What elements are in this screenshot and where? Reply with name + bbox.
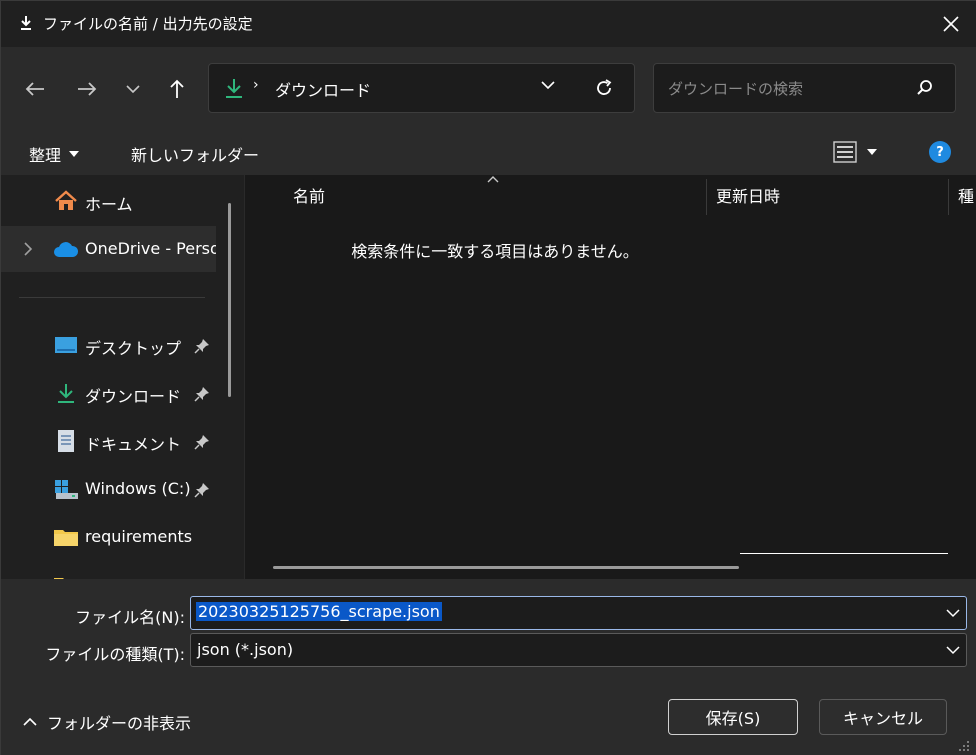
save-button[interactable]: 保存(S): [668, 699, 798, 735]
sidebar-item-desktop[interactable]: デスクトップ: [1, 322, 216, 368]
recent-locations-button[interactable]: [119, 75, 147, 103]
up-button[interactable]: [163, 75, 191, 103]
search-input[interactable]: ダウンロードの検索: [653, 63, 956, 113]
window-title: ファイルの名前 / 出力先の設定: [43, 15, 253, 33]
caret-down-icon: [69, 151, 80, 157]
file-list: 名前 更新日時 種 検索条件に一致する項目はありません。: [245, 175, 976, 579]
help-button[interactable]: ?: [929, 141, 951, 163]
empty-folder-message: 検索条件に一致する項目はありません。: [351, 242, 639, 261]
desktop-icon: [53, 333, 79, 357]
home-icon: [53, 189, 79, 213]
list-view-icon: [833, 141, 857, 163]
chevron-up-icon: [23, 717, 37, 726]
sidebar-item-label: デスクトップ: [85, 339, 182, 358]
view-options-button[interactable]: [833, 141, 877, 163]
breadcrumb-location[interactable]: ダウンロード: [275, 77, 371, 101]
organize-label: 整理: [29, 146, 62, 165]
help-icon: ?: [936, 144, 944, 160]
sidebar-item-partial[interactable]: [1, 562, 216, 579]
title-bar: ファイルの名前 / 出力先の設定: [1, 1, 976, 47]
sidebar-item-label: requirements: [85, 527, 193, 546]
sort-ascending-icon: [487, 176, 499, 183]
sidebar-item-home[interactable]: ホーム: [1, 178, 216, 224]
sidebar-item-label: ドキュメント: [85, 435, 182, 454]
drive-icon: [53, 477, 79, 501]
arrow-left-icon: [25, 82, 44, 96]
search-placeholder: ダウンロードの検索: [668, 80, 804, 98]
chevron-down-icon: [126, 85, 140, 94]
pin-icon[interactable]: [194, 338, 210, 354]
navigation-bar: › ダウンロード ダウンロードの検索: [1, 47, 976, 129]
close-icon: [943, 16, 959, 32]
back-button[interactable]: [21, 75, 49, 103]
filetype-value: json (*.json): [197, 640, 294, 659]
download-icon: [53, 381, 79, 405]
sidebar-item-downloads[interactable]: ダウンロード: [1, 370, 216, 416]
arrow-right-icon: [78, 82, 97, 96]
resize-grip-icon[interactable]: [958, 740, 970, 752]
onedrive-cloud-icon: [53, 237, 79, 261]
search-icon[interactable]: [916, 79, 934, 97]
navigation-pane: ホーム OneDrive - Perso デスクトップ ダウンロード ドキュメン…: [1, 175, 245, 579]
caret-down-icon: [867, 149, 877, 155]
chevron-down-icon[interactable]: [946, 608, 960, 618]
address-bar[interactable]: › ダウンロード: [208, 63, 635, 113]
chevron-down-icon[interactable]: [541, 80, 555, 90]
chevron-right-icon[interactable]: [23, 242, 33, 256]
filename-label: ファイル名(N):: [75, 608, 185, 627]
list-divider: [740, 553, 948, 554]
save-dialog: ファイルの名前 / 出力先の設定 › ダウンロード ダウンロードの検索 整理 新…: [0, 0, 976, 755]
organize-menu-button[interactable]: 整理: [29, 142, 80, 166]
sidebar-item-onedrive[interactable]: OneDrive - Perso: [1, 226, 216, 272]
horizontal-scrollbar[interactable]: [273, 566, 739, 569]
folder-icon: [53, 525, 79, 549]
sidebar-scrollbar[interactable]: [228, 203, 231, 397]
pin-icon[interactable]: [194, 482, 210, 498]
column-divider[interactable]: [706, 179, 707, 215]
download-icon: [21, 16, 31, 30]
sidebar-item-windows-drive[interactable]: Windows (C:): [1, 466, 216, 512]
column-header-name[interactable]: 名前: [293, 183, 325, 207]
sidebar-item-label: ホーム: [85, 195, 133, 214]
new-folder-button[interactable]: 新しいフォルダー: [131, 142, 259, 166]
filetype-label: ファイルの種類(T):: [45, 645, 185, 664]
filename-value: 20230325125756_scrape.json: [196, 602, 442, 621]
hide-folders-label: フォルダーの非表示: [47, 714, 192, 733]
save-options-panel: ファイル名(N): 20230325125756_scrape.json ファイ…: [1, 579, 976, 755]
arrow-up-icon: [170, 79, 184, 98]
command-bar: 整理 新しいフォルダー ?: [1, 129, 976, 175]
document-icon: [53, 429, 79, 453]
column-header-modified[interactable]: 更新日時: [716, 183, 780, 207]
breadcrumb-separator: ›: [253, 77, 259, 93]
chevron-down-icon[interactable]: [946, 645, 960, 655]
filename-input[interactable]: 20230325125756_scrape.json: [190, 596, 967, 630]
download-icon: [226, 79, 242, 98]
sidebar-item-label: ダウンロード: [85, 387, 182, 406]
cancel-button[interactable]: キャンセル: [819, 699, 947, 735]
pin-icon[interactable]: [194, 434, 210, 450]
close-button[interactable]: [927, 1, 975, 47]
sidebar-divider: [19, 297, 205, 298]
pin-icon[interactable]: [194, 386, 210, 402]
column-header-type[interactable]: 種: [958, 183, 974, 207]
sidebar-item-label: OneDrive - Perso: [85, 239, 216, 258]
sidebar-item-requirements[interactable]: requirements: [1, 514, 216, 560]
column-divider[interactable]: [948, 179, 949, 215]
hide-folders-toggle[interactable]: フォルダーの非表示: [23, 710, 191, 734]
filetype-select[interactable]: json (*.json): [190, 633, 967, 667]
sidebar-item-documents[interactable]: ドキュメント: [1, 418, 216, 464]
refresh-icon[interactable]: [594, 78, 614, 98]
forward-button[interactable]: [73, 75, 101, 103]
sidebar-item-label: Windows (C:): [85, 479, 191, 498]
